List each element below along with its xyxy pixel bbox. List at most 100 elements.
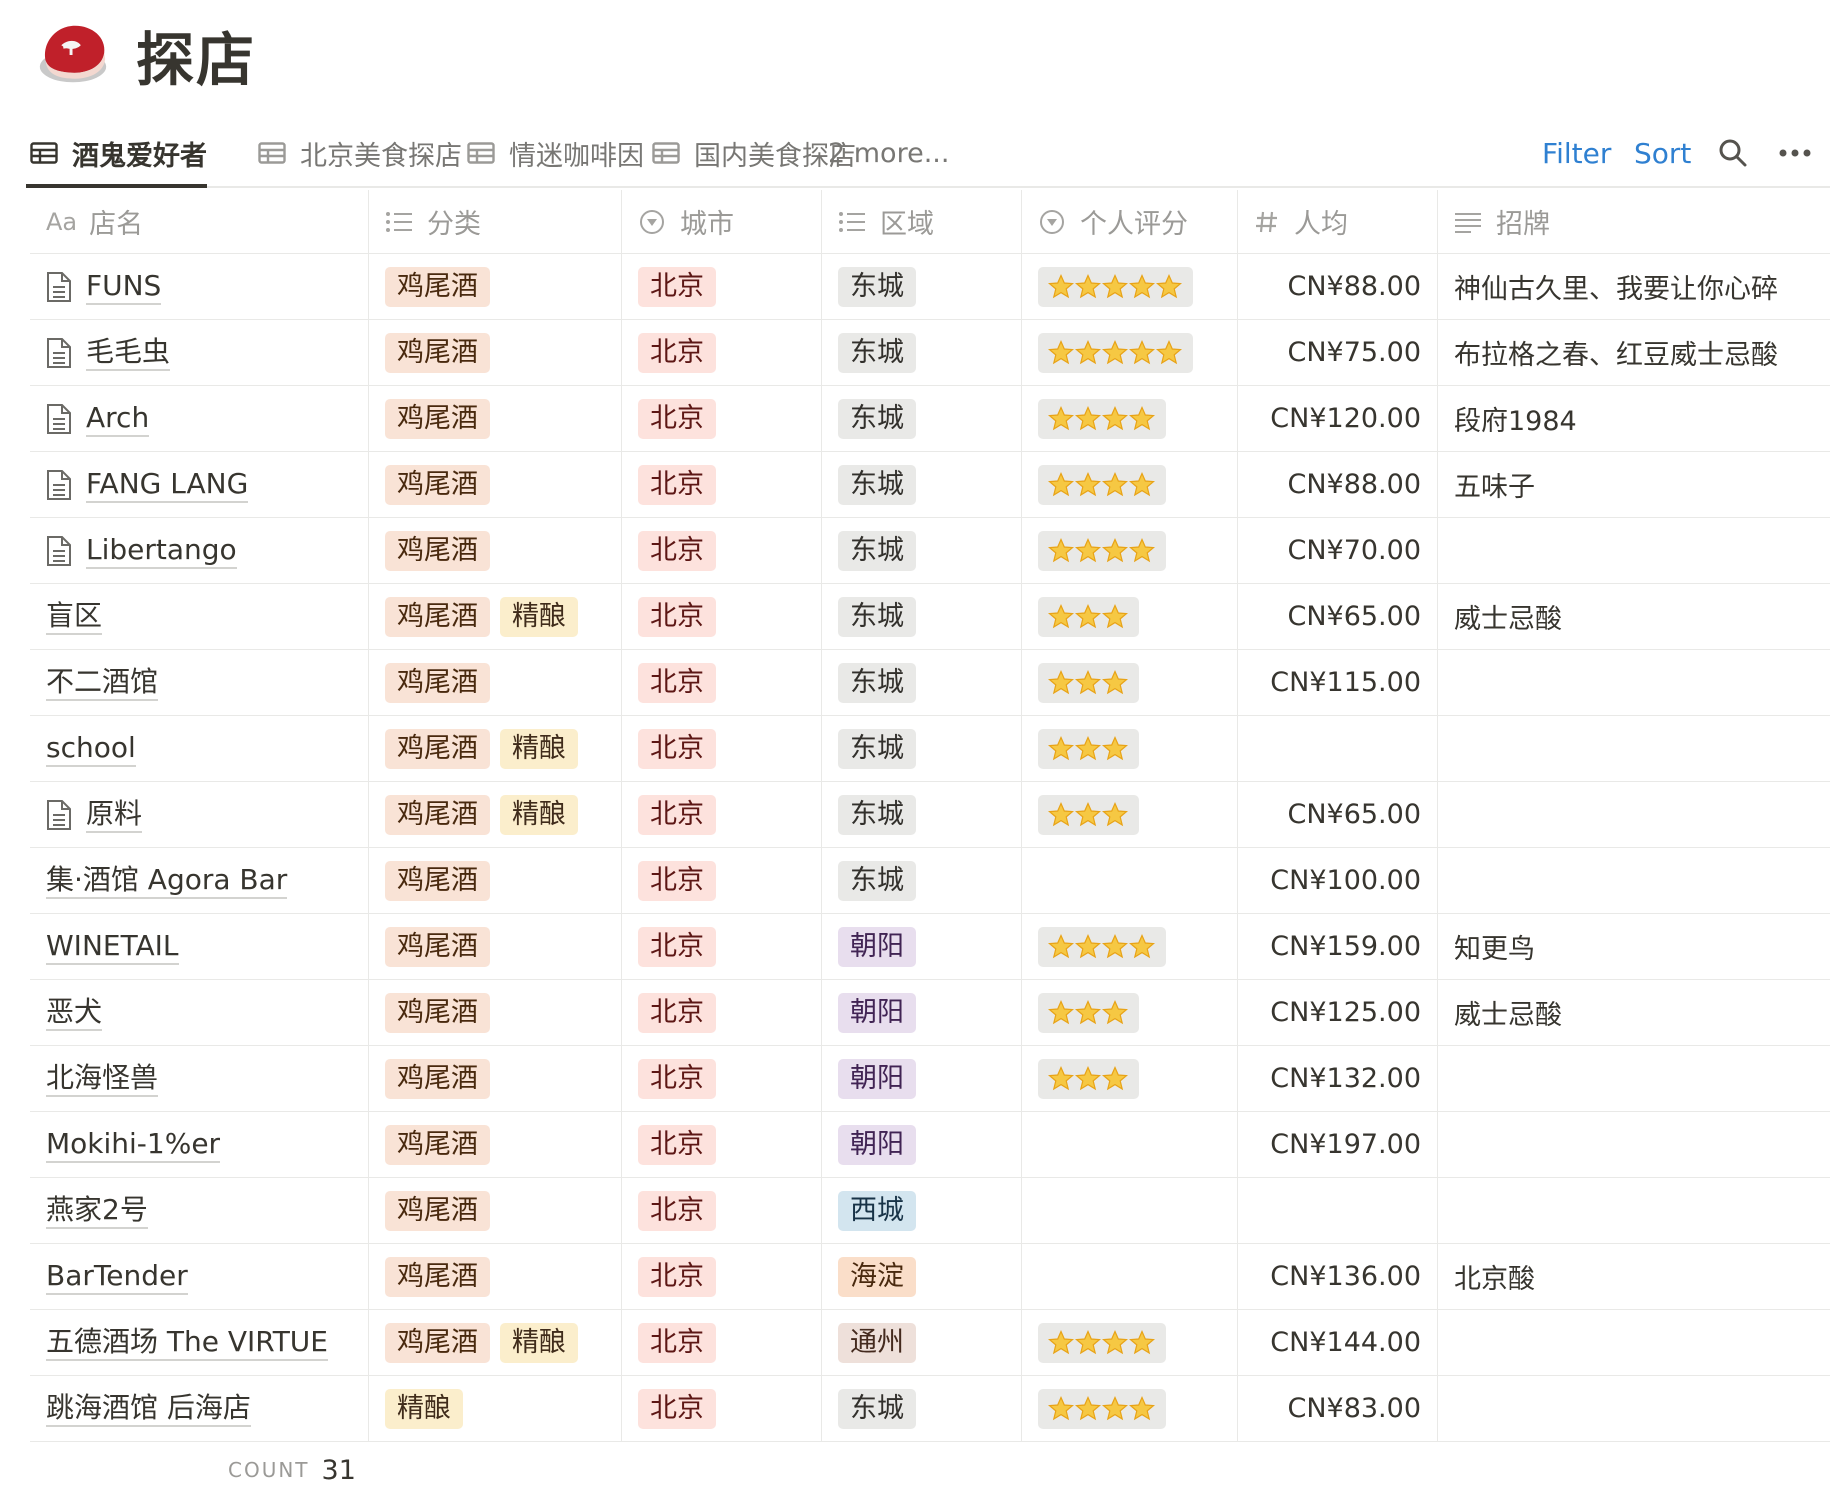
area-cell[interactable]: 朝阳 bbox=[822, 914, 1022, 979]
more-views-button[interactable]: 2 more... bbox=[828, 118, 949, 188]
city-cell[interactable]: 北京 bbox=[622, 1244, 822, 1309]
table-row[interactable]: 燕家2号 鸡尾酒 北京 西城 bbox=[30, 1178, 1830, 1244]
signature-cell[interactable] bbox=[1438, 1310, 1830, 1375]
category-cell[interactable]: 鸡尾酒 bbox=[369, 848, 622, 913]
rating-cell[interactable] bbox=[1022, 782, 1238, 847]
name-cell[interactable]: 集·酒馆 Agora Bar bbox=[30, 848, 369, 913]
area-cell[interactable]: 东城 bbox=[822, 518, 1022, 583]
row-title-link[interactable]: FANG LANG bbox=[86, 467, 249, 503]
name-cell[interactable]: Arch bbox=[30, 386, 369, 451]
row-title-link[interactable]: WINETAIL bbox=[46, 929, 179, 965]
city-cell[interactable]: 北京 bbox=[622, 1112, 822, 1177]
price-cell[interactable]: CN¥159.00 bbox=[1238, 914, 1438, 979]
area-cell[interactable]: 东城 bbox=[822, 320, 1022, 385]
category-cell[interactable]: 鸡尾酒 bbox=[369, 386, 622, 451]
city-cell[interactable]: 北京 bbox=[622, 584, 822, 649]
tab-view-2[interactable]: 情迷咖啡因 bbox=[467, 118, 644, 188]
category-cell[interactable]: 鸡尾酒 bbox=[369, 1244, 622, 1309]
row-title-link[interactable]: school bbox=[46, 731, 136, 767]
city-cell[interactable]: 北京 bbox=[622, 1046, 822, 1111]
rating-cell[interactable] bbox=[1022, 980, 1238, 1045]
rating-cell[interactable] bbox=[1022, 386, 1238, 451]
city-cell[interactable]: 北京 bbox=[622, 254, 822, 319]
category-cell[interactable]: 鸡尾酒 bbox=[369, 518, 622, 583]
tab-view-0[interactable]: 酒鬼爱好者 bbox=[30, 118, 207, 188]
sort-button[interactable]: Sort bbox=[1634, 118, 1691, 188]
table-row[interactable]: 北海怪兽 鸡尾酒 北京 朝阳 CN¥132.00 bbox=[30, 1046, 1830, 1112]
rating-cell[interactable] bbox=[1022, 1046, 1238, 1111]
table-row[interactable]: Mokihi-1%er 鸡尾酒 北京 朝阳 CN¥197.00 bbox=[30, 1112, 1830, 1178]
column-header-rating[interactable]: 个人评分 bbox=[1022, 190, 1238, 253]
price-cell[interactable] bbox=[1238, 1178, 1438, 1243]
row-title-link[interactable]: 燕家2号 bbox=[46, 1193, 148, 1229]
table-row[interactable]: FANG LANG 鸡尾酒 北京 东城 CN¥88.00 五味子 bbox=[30, 452, 1830, 518]
row-title-link[interactable]: BarTender bbox=[46, 1259, 188, 1295]
category-cell[interactable]: 鸡尾酒 精酿 bbox=[369, 1310, 622, 1375]
city-cell[interactable]: 北京 bbox=[622, 386, 822, 451]
tab-view-1[interactable]: 北京美食探店 bbox=[258, 118, 462, 188]
price-cell[interactable]: CN¥115.00 bbox=[1238, 650, 1438, 715]
rating-cell[interactable] bbox=[1022, 848, 1238, 913]
rating-cell[interactable] bbox=[1022, 1244, 1238, 1309]
price-cell[interactable]: CN¥88.00 bbox=[1238, 452, 1438, 517]
city-cell[interactable]: 北京 bbox=[622, 782, 822, 847]
signature-cell[interactable] bbox=[1438, 650, 1830, 715]
name-cell[interactable]: Libertango bbox=[30, 518, 369, 583]
rating-cell[interactable] bbox=[1022, 716, 1238, 781]
area-cell[interactable]: 东城 bbox=[822, 584, 1022, 649]
name-cell[interactable]: school bbox=[30, 716, 369, 781]
category-cell[interactable]: 鸡尾酒 精酿 bbox=[369, 584, 622, 649]
area-cell[interactable]: 东城 bbox=[822, 452, 1022, 517]
row-title-link[interactable]: Libertango bbox=[86, 533, 237, 569]
price-cell[interactable]: CN¥197.00 bbox=[1238, 1112, 1438, 1177]
area-cell[interactable]: 朝阳 bbox=[822, 1112, 1022, 1177]
table-row[interactable]: 五德酒场 The VIRTUE 鸡尾酒 精酿 北京 通州 CN¥144.00 bbox=[30, 1310, 1830, 1376]
category-cell[interactable]: 鸡尾酒 精酿 bbox=[369, 782, 622, 847]
row-title-link[interactable]: 五德酒场 The VIRTUE bbox=[46, 1325, 328, 1361]
table-row[interactable]: 恶犬 鸡尾酒 北京 朝阳 CN¥125.00 威士忌酸 bbox=[30, 980, 1830, 1046]
area-cell[interactable]: 东城 bbox=[822, 1376, 1022, 1441]
rating-cell[interactable] bbox=[1022, 1178, 1238, 1243]
city-cell[interactable]: 北京 bbox=[622, 848, 822, 913]
name-cell[interactable]: 跳海酒馆 后海店 bbox=[30, 1376, 369, 1441]
table-row[interactable]: 原料 鸡尾酒 精酿 北京 东城 CN¥65.00 bbox=[30, 782, 1830, 848]
table-row[interactable]: 毛毛虫 鸡尾酒 北京 东城 CN¥75.00 布拉格之春、红豆威士忌酸 bbox=[30, 320, 1830, 386]
row-title-link[interactable]: 集·酒馆 Agora Bar bbox=[46, 863, 288, 899]
area-cell[interactable]: 东城 bbox=[822, 650, 1022, 715]
more-icon[interactable] bbox=[1778, 118, 1812, 188]
row-title-link[interactable]: Mokihi-1%er bbox=[46, 1127, 221, 1163]
table-row[interactable]: 不二酒馆 鸡尾酒 北京 东城 CN¥115.00 bbox=[30, 650, 1830, 716]
table-row[interactable]: Libertango 鸡尾酒 北京 东城 CN¥70.00 bbox=[30, 518, 1830, 584]
category-cell[interactable]: 鸡尾酒 bbox=[369, 254, 622, 319]
signature-cell[interactable]: 北京酸 bbox=[1438, 1244, 1830, 1309]
row-title-link[interactable]: 北海怪兽 bbox=[46, 1061, 159, 1097]
area-cell[interactable]: 东城 bbox=[822, 782, 1022, 847]
signature-cell[interactable] bbox=[1438, 1112, 1830, 1177]
signature-cell[interactable] bbox=[1438, 1178, 1830, 1243]
area-cell[interactable]: 东城 bbox=[822, 254, 1022, 319]
price-cell[interactable]: CN¥83.00 bbox=[1238, 1376, 1438, 1441]
signature-cell[interactable]: 布拉格之春、红豆威士忌酸 bbox=[1438, 320, 1830, 385]
area-cell[interactable]: 朝阳 bbox=[822, 1046, 1022, 1111]
row-title-link[interactable]: 盲区 bbox=[46, 599, 103, 635]
area-cell[interactable]: 东城 bbox=[822, 716, 1022, 781]
area-cell[interactable]: 东城 bbox=[822, 848, 1022, 913]
price-cell[interactable]: CN¥144.00 bbox=[1238, 1310, 1438, 1375]
price-cell[interactable]: CN¥136.00 bbox=[1238, 1244, 1438, 1309]
city-cell[interactable]: 北京 bbox=[622, 1376, 822, 1441]
name-cell[interactable]: FANG LANG bbox=[30, 452, 369, 517]
signature-cell[interactable]: 知更鸟 bbox=[1438, 914, 1830, 979]
filter-button[interactable]: Filter bbox=[1542, 118, 1611, 188]
signature-cell[interactable] bbox=[1438, 848, 1830, 913]
signature-cell[interactable] bbox=[1438, 1376, 1830, 1441]
rating-cell[interactable] bbox=[1022, 1376, 1238, 1441]
city-cell[interactable]: 北京 bbox=[622, 980, 822, 1045]
city-cell[interactable]: 北京 bbox=[622, 518, 822, 583]
name-cell[interactable]: 原料 bbox=[30, 782, 369, 847]
table-row[interactable]: school 鸡尾酒 精酿 北京 东城 bbox=[30, 716, 1830, 782]
category-cell[interactable]: 鸡尾酒 bbox=[369, 980, 622, 1045]
name-cell[interactable]: 盲区 bbox=[30, 584, 369, 649]
row-title-link[interactable]: Arch bbox=[86, 401, 150, 437]
column-header-price[interactable]: 人均 bbox=[1238, 190, 1438, 253]
column-header-category[interactable]: 分类 bbox=[369, 190, 622, 253]
